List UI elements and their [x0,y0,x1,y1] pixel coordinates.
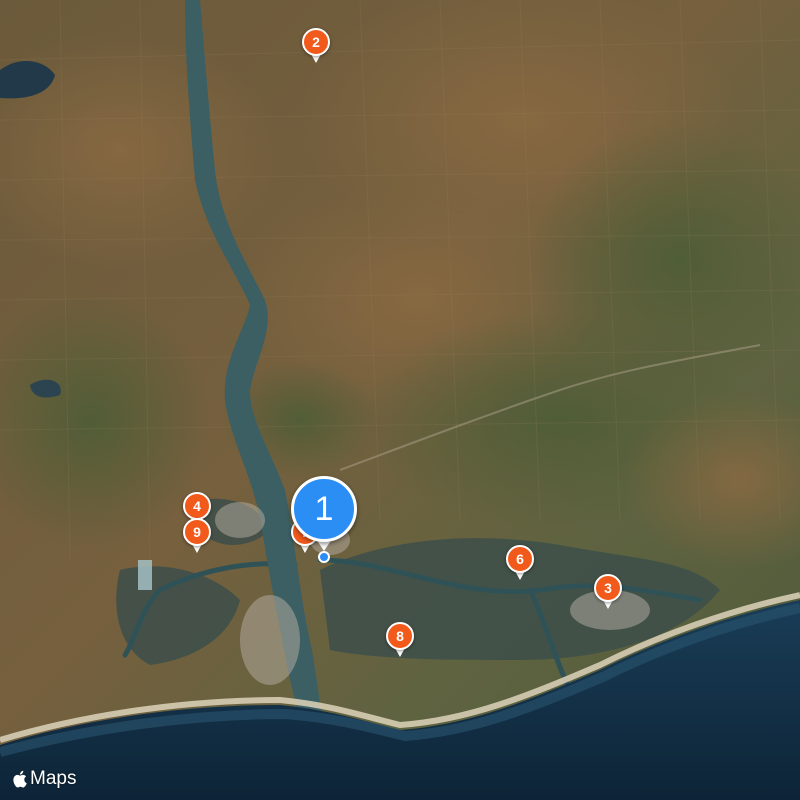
marker-label: 8 [386,622,414,650]
marker-label: 3 [594,574,622,602]
maps-attribution[interactable]: Maps [12,768,76,790]
apple-logo-icon [13,770,27,788]
location-dot [318,551,330,563]
marker-label: 6 [506,545,534,573]
selected-marker-label: 1 [291,476,357,542]
satellite-map[interactable] [0,0,800,800]
attribution-text: Maps [30,768,77,789]
marker-label: 9 [183,518,211,546]
salt-pans [138,560,152,590]
marker-label: 2 [302,28,330,56]
marker-label: 4 [183,492,211,520]
